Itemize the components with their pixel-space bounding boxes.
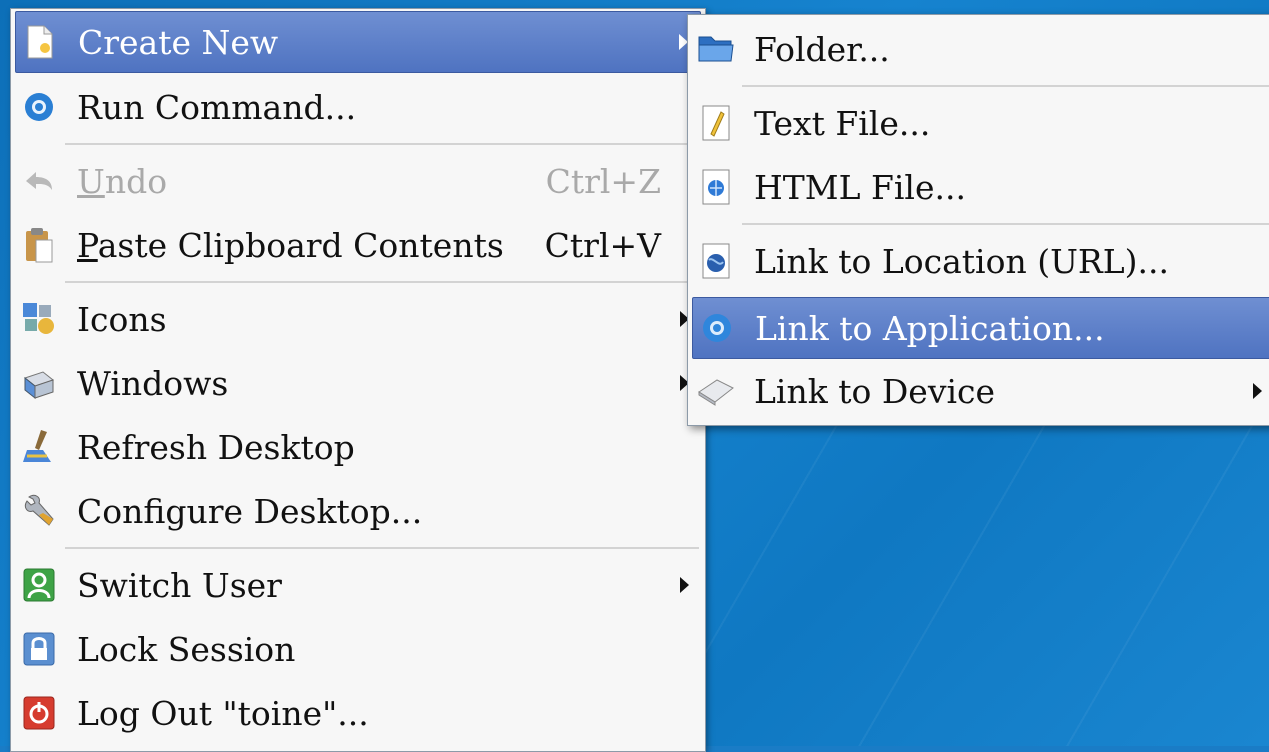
gear-icon [19,87,59,127]
text-file-icon [696,103,736,143]
menu-label: Icons [77,299,167,339]
wrench-icon [19,491,59,531]
menu-label: Windows [77,363,229,403]
submenu-arrow-icon [680,577,689,593]
menu-label: Switch User [77,565,282,605]
clipboard-icon [19,225,59,265]
undo-rest: ndo [104,161,168,201]
menu-label: Create New [78,22,279,62]
menu-label: Lock Session [77,629,296,669]
menu-label: Paste Clipboard Contents [77,225,504,265]
device-drive-icon [696,371,736,411]
submenu-item-html-file[interactable]: HTML File... [692,157,1269,217]
menu-item-icons[interactable]: Icons [15,289,701,349]
menu-item-undo[interactable]: Undo Ctrl+Z [15,151,701,211]
menu-label: Folder... [754,29,890,69]
lock-icon [19,629,59,669]
menu-label: Link to Device [754,371,996,411]
menu-label: Link to Location (URL)... [754,241,1169,281]
menu-label: HTML File... [754,167,966,207]
menu-separator [65,281,699,283]
submenu-item-link-url[interactable]: Link to Location (URL)... [692,231,1269,291]
menu-item-configure[interactable]: Configure Desktop... [15,481,701,541]
menu-item-lock[interactable]: Lock Session [15,619,701,679]
application-gear-icon [697,308,737,348]
undo-shortcut: Ctrl+Z [545,161,661,201]
desktop-context-menu: Create New Run Command... Undo Ctrl+Z Pa… [10,8,706,752]
menu-label: Link to Application... [755,308,1105,348]
menu-separator [65,547,699,549]
new-document-icon [20,22,60,62]
icons-icon [19,299,59,339]
menu-item-logout[interactable]: Log Out "toine"... [15,683,701,743]
html-file-icon [696,167,736,207]
create-new-submenu: Folder... Text File... HTML File... Link… [687,14,1269,426]
submenu-item-folder[interactable]: Folder... [692,19,1269,79]
submenu-item-link-app[interactable]: Link to Application... [692,297,1269,359]
menu-item-paste[interactable]: Paste Clipboard Contents Ctrl+V [15,215,701,275]
submenu-item-link-device[interactable]: Link to Device [692,361,1269,421]
menu-label: Text File... [754,103,931,143]
submenu-arrow-icon [1253,383,1262,399]
submenu-item-text-file[interactable]: Text File... [692,93,1269,153]
menu-label: Run Command... [77,87,357,127]
menu-item-switch-user[interactable]: Switch User [15,555,701,615]
menu-separator [742,223,1269,225]
paste-rest: aste Clipboard Contents [97,225,504,265]
menu-separator [742,85,1269,87]
menu-separator [65,143,699,145]
paste-shortcut: Ctrl+V [544,225,661,265]
menu-item-windows[interactable]: Windows [15,353,701,413]
menu-label: Refresh Desktop [77,427,355,467]
menu-item-refresh[interactable]: Refresh Desktop [15,417,701,477]
folder-icon [696,29,736,69]
menu-item-run-command[interactable]: Run Command... [15,77,701,137]
link-url-icon [696,241,736,281]
power-icon [19,693,59,733]
windows-icon [19,363,59,403]
switch-user-icon [19,565,59,605]
menu-item-create-new[interactable]: Create New [15,11,701,73]
menu-label: Undo [77,161,168,201]
menu-label: Configure Desktop... [77,491,423,531]
refresh-broom-icon [19,427,59,467]
menu-label: Log Out "toine"... [77,693,369,733]
undo-arrow-icon [19,161,59,201]
